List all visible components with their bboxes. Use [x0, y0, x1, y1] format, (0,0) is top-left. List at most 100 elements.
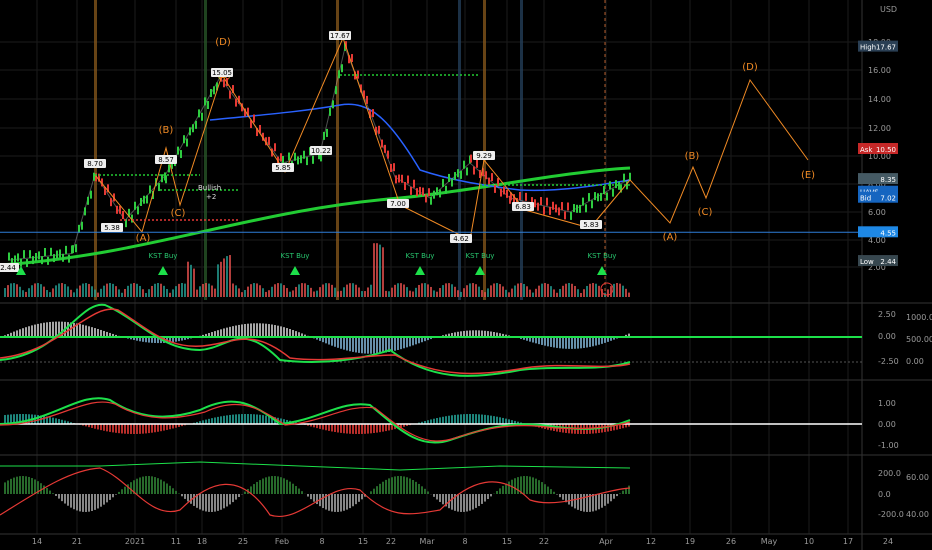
- osc1-histogram: [370, 337, 372, 354]
- volume-bar: [364, 291, 366, 297]
- candle: [189, 127, 191, 136]
- time-axis-tick: Apr: [599, 537, 614, 546]
- candle: [428, 188, 430, 197]
- osc3-histogram: [388, 478, 390, 494]
- volume-bar: [388, 291, 390, 297]
- volume-bar: [580, 292, 582, 297]
- volume-bar: [112, 283, 114, 297]
- osc3-histogram: [397, 476, 399, 494]
- osc3-histogram: [436, 494, 438, 500]
- volume-bar: [559, 288, 561, 297]
- osc3-histogram: [307, 494, 309, 497]
- candle: [413, 179, 415, 188]
- osc3-histogram: [19, 476, 21, 494]
- osc3-histogram: [34, 479, 36, 494]
- candle: [372, 109, 374, 118]
- candle: [503, 186, 505, 195]
- osc3-histogram: [112, 494, 114, 498]
- osc3-histogram: [481, 494, 483, 504]
- candle: [407, 175, 409, 184]
- osc1-histogram: [88, 326, 90, 337]
- osc2-histogram: [262, 415, 264, 424]
- osc2-histogram: [223, 415, 225, 424]
- price-axis-tick: 14.00: [868, 95, 891, 104]
- candle: [294, 152, 296, 161]
- osc2-axis-tick: -1.00: [878, 441, 899, 450]
- volume-bar: [10, 283, 12, 297]
- volume-bar: [439, 288, 441, 297]
- osc3-histogram: [220, 494, 222, 510]
- price-chart[interactable]: (A)(B)(C)(D)(E)(A)(B)(C)(D)(E)2.448.705.…: [0, 0, 932, 550]
- osc2-histogram: [97, 424, 99, 430]
- osc3-histogram: [172, 488, 174, 494]
- osc2-histogram: [433, 418, 435, 424]
- candle: [137, 206, 139, 215]
- osc1-histogram: [559, 337, 561, 349]
- osc1-histogram: [361, 337, 363, 354]
- candle: [445, 185, 447, 194]
- volume-bar: [505, 289, 507, 297]
- osc3-histogram: [154, 477, 156, 494]
- osc3-histogram: [67, 494, 69, 506]
- wave-label: (A): [663, 232, 678, 243]
- candle: [329, 107, 331, 116]
- volume-bar: [490, 285, 492, 297]
- price-label: 2.44: [0, 264, 16, 272]
- volume-bar: [532, 292, 534, 297]
- osc2-histogram: [358, 424, 360, 434]
- candle: [253, 114, 255, 123]
- osc2-histogram: [388, 424, 390, 431]
- candle: [68, 254, 70, 263]
- candle: [47, 256, 49, 265]
- wave-label: (E): [801, 170, 815, 181]
- volume-bar: [394, 284, 396, 297]
- volume-bar: [487, 288, 489, 297]
- osc2-histogram: [499, 417, 501, 424]
- osc1-histogram: [598, 337, 600, 345]
- osc3-histogram: [361, 494, 363, 500]
- volume-bar: [67, 286, 69, 297]
- osc3-histogram: [496, 491, 498, 494]
- osc1-histogram: [565, 337, 567, 349]
- volume-bar: [526, 286, 528, 297]
- volume-bar: [97, 292, 99, 297]
- candle: [20, 258, 22, 267]
- volume-bar: [610, 286, 612, 297]
- osc2-histogram: [52, 417, 54, 424]
- osc1-histogram: [580, 337, 582, 349]
- osc2-line-red: [0, 401, 631, 442]
- volume-bar: [625, 288, 627, 297]
- osc1-histogram: [583, 337, 585, 348]
- osc3-histogram: [313, 494, 315, 502]
- volume-bar: [427, 284, 429, 297]
- candle: [303, 150, 305, 159]
- candle: [591, 200, 593, 209]
- osc2-histogram: [481, 414, 483, 424]
- cycle-marker: [336, 0, 339, 300]
- volume-bar: [16, 284, 18, 297]
- candle: [29, 250, 31, 259]
- osc3-histogram: [484, 494, 486, 502]
- volume-bar: [31, 285, 33, 297]
- candle: [494, 184, 496, 193]
- osc2-histogram: [154, 424, 156, 433]
- osc3-histogram: [199, 494, 201, 510]
- volume-bar: [577, 289, 579, 297]
- osc1-histogram: [283, 327, 285, 337]
- osc3-histogram: [46, 487, 48, 494]
- kst-buy-label: KST Buy: [281, 252, 310, 260]
- osc2-histogram: [439, 417, 441, 424]
- volume-bar: [562, 285, 564, 297]
- volume-bar: [79, 285, 81, 297]
- osc2-histogram: [361, 424, 363, 434]
- osc2-histogram: [118, 424, 120, 434]
- candle: [485, 171, 487, 180]
- volume-bar: [445, 283, 447, 297]
- osc1-axis-tick: -2.50: [878, 357, 899, 366]
- volume-bar: [544, 283, 546, 297]
- osc3-histogram: [370, 491, 372, 494]
- candle: [618, 181, 620, 190]
- candle: [140, 197, 142, 206]
- volume-bar: [382, 247, 384, 297]
- candle: [59, 249, 61, 258]
